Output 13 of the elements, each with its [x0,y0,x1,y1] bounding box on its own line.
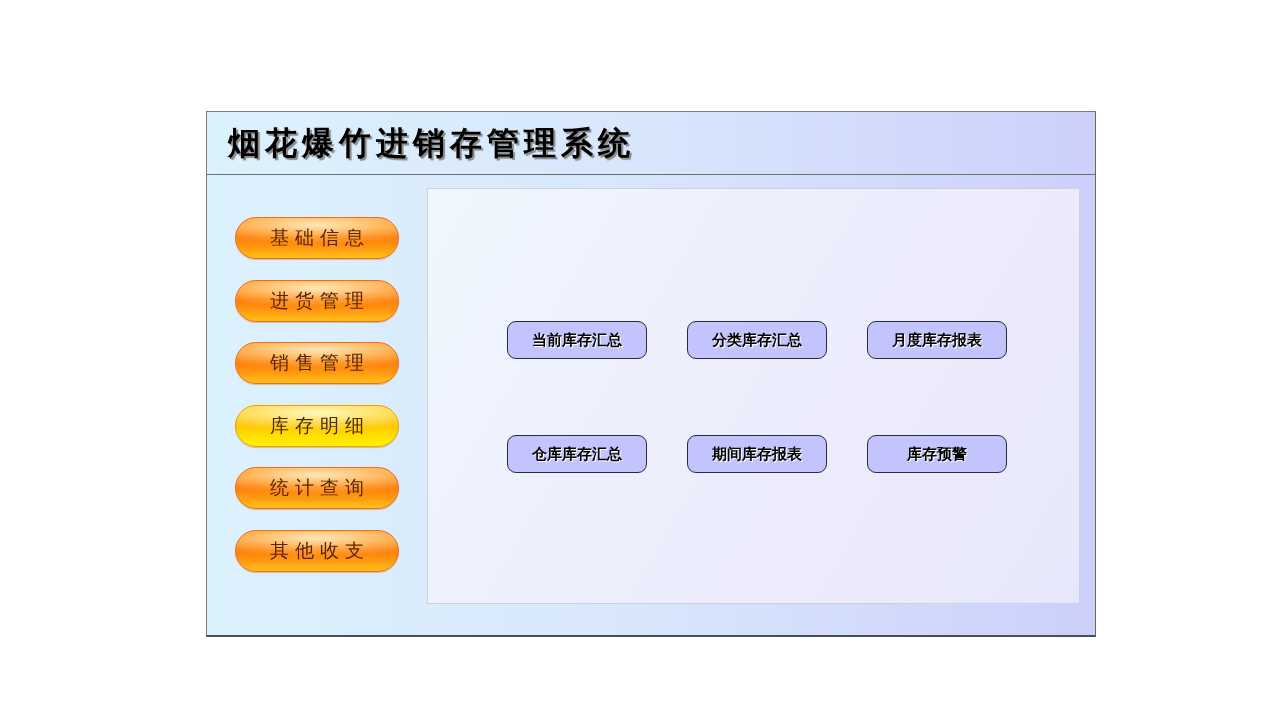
report-button[interactable]: 分类库存汇总 [687,321,827,359]
report-button[interactable]: 当前库存汇总 [507,321,647,359]
sidebar-menu-button[interactable]: 基础信息 [235,217,399,259]
report-button[interactable]: 月度库存报表 [867,321,1007,359]
sidebar-menu-button[interactable]: 库存明细 [235,404,399,447]
sidebar-menu-button[interactable]: 其他收支 [235,529,399,572]
sidebar-menu-button[interactable]: 销售管理 [235,342,399,384]
report-button[interactable]: 库存预警 [867,435,1007,473]
sidebar-menu-button[interactable]: 统计查询 [235,467,399,509]
report-button[interactable]: 期间库存报表 [687,435,827,473]
app-title: 烟花爆竹进销存管理系统 [228,123,635,163]
sidebar-menu-button[interactable]: 进货管理 [235,279,399,322]
report-button[interactable]: 仓库库存汇总 [507,435,647,473]
